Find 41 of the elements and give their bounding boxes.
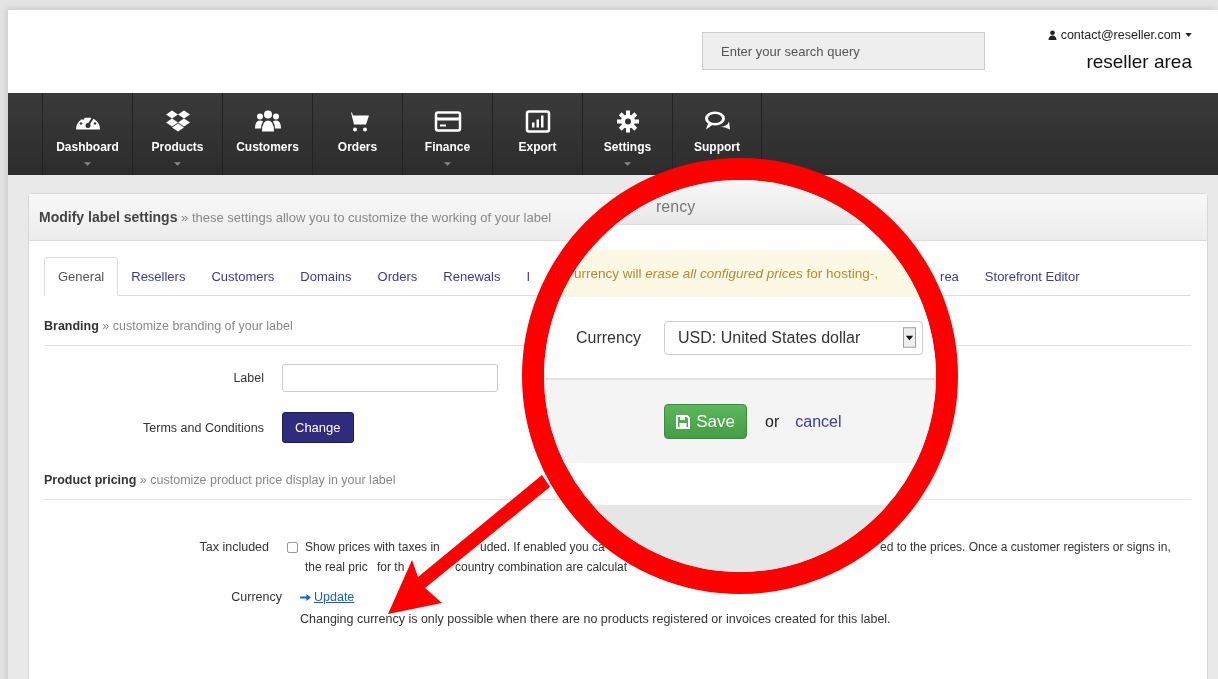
panel-title: Modify label settings » these settings allow you to customize the working of your label — [39, 209, 552, 225]
field-label: Label — [232, 371, 265, 385]
description-text: uded. If enabled you ca — [480, 540, 605, 554]
tab[interactable]: Resellers — [118, 258, 199, 295]
currency-note: Changing currency is only possible when there are no products registered or invoices created for this label. — [300, 612, 891, 626]
bar-chart-icon — [523, 109, 552, 134]
description-text: country combination are calculat — [455, 560, 628, 574]
tab[interactable]: Customers — [198, 258, 288, 295]
checkbox[interactable] — [287, 542, 298, 553]
description-text: the real pric — [305, 560, 368, 574]
boxes-icon — [163, 109, 192, 134]
search-field[interactable]: Enter your search query — [702, 32, 985, 70]
caret-icon — [903, 327, 916, 348]
floppy-icon — [676, 414, 691, 429]
tab[interactable]: Orders — [364, 258, 431, 295]
field-label: Currency — [230, 590, 283, 604]
tab[interactable]: Domains — [287, 258, 365, 295]
arrow-right-icon — [300, 592, 311, 602]
description-text: Show prices with taxes in — [305, 540, 440, 554]
warning-text: urrency will erase all configured prices for hosting-, — [574, 266, 878, 281]
change-button[interactable]: Change — [282, 412, 354, 443]
tab[interactable]: Storefront Editor — [971, 258, 1093, 295]
field-label: Terms and Conditions — [142, 420, 265, 435]
field-label: Currency — [576, 328, 642, 347]
update-link[interactable]: Update — [300, 590, 355, 604]
field-label: Tax included — [198, 540, 270, 554]
credit-card-icon — [433, 109, 462, 134]
description-text: ed to the prices. Once a customer registers or signs in, — [880, 540, 1171, 554]
description-text: for th — [377, 560, 405, 574]
account-menu[interactable]: contact@reseller.com — [1060, 28, 1181, 42]
user-icon — [1047, 30, 1057, 40]
tab[interactable]: General — [44, 257, 119, 296]
or-text: or — [765, 412, 780, 431]
label-input[interactable] — [282, 364, 498, 392]
dialog-title: rency — [656, 198, 696, 215]
caret-icon — [1185, 33, 1192, 37]
users-icon — [253, 109, 282, 134]
currency-select[interactable]: USD: United States dollar — [664, 320, 923, 355]
cancel-link[interactable]: cancel — [795, 412, 842, 431]
tab[interactable]: Renewals — [430, 258, 514, 295]
area-title: reseller area — [1086, 51, 1192, 73]
